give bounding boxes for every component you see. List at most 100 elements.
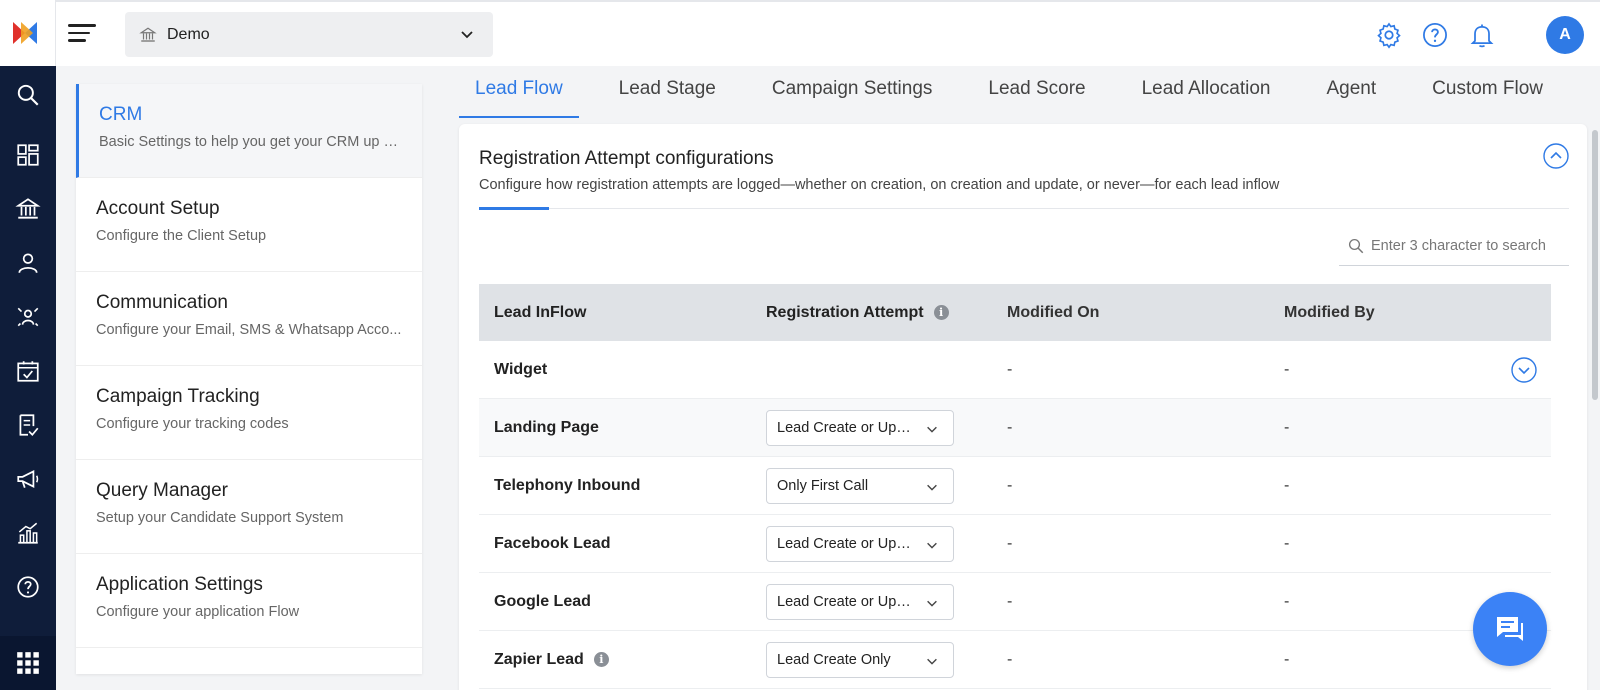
divider [479, 208, 1569, 209]
chevron-up-circle-icon [1543, 143, 1569, 169]
header-label: Registration Attempt [766, 303, 924, 321]
nav-apps[interactable] [0, 636, 56, 690]
calendar-check-icon [17, 361, 39, 382]
registration-attempt-select[interactable]: Only First Call [766, 467, 954, 504]
help-circle-icon [1423, 23, 1447, 47]
tab-campaign-settings[interactable]: Campaign Settings [756, 66, 949, 118]
search-icon [17, 84, 39, 106]
campaign-icon [17, 470, 39, 488]
cell-modified-by: - [1284, 360, 1290, 378]
cell-modified-by: - [1284, 534, 1290, 552]
header-label: Lead InFlow [494, 303, 587, 321]
menu-item-crm[interactable]: CRM Basic Settings to help you get your … [76, 84, 422, 178]
chevron-down-icon [927, 426, 937, 433]
tab-lead-stage[interactable]: Lead Stage [603, 66, 732, 118]
cell-attempt: Lead Create or Update [756, 409, 997, 446]
select-value: Lead Create or Update [777, 535, 917, 552]
header-modified-on: Modified On [1007, 303, 1100, 321]
select-value: Lead Create Only [777, 651, 891, 668]
nav-reports[interactable] [0, 398, 56, 452]
chevron-down-icon [927, 484, 937, 491]
cell-modified-on: - [1007, 592, 1013, 610]
menu-item-account-setup[interactable]: Account Setup Configure the Client Setup [76, 178, 422, 272]
tab-lead-score[interactable]: Lead Score [972, 66, 1101, 118]
registration-attempt-card: Registration Attempt configurations Conf… [459, 124, 1587, 690]
cell-inflow: Landing Page [494, 418, 599, 436]
help-button[interactable] [1418, 18, 1452, 52]
info-icon[interactable]: i [933, 305, 949, 320]
nav-network[interactable] [0, 290, 56, 344]
institution-icon [139, 27, 157, 42]
table-row: Facebook Lead Lead Create or Update - - [479, 515, 1551, 573]
menu-item-application-settings[interactable]: Application Settings Configure your appl… [76, 554, 422, 648]
registration-attempt-select[interactable]: Lead Create or Update [766, 583, 954, 620]
tab-agent[interactable]: Agent [1311, 66, 1393, 118]
cell-modified-by: - [1284, 418, 1290, 436]
nav-institution[interactable] [0, 182, 56, 236]
menu-item-query-manager[interactable]: Query Manager Setup your Candidate Suppo… [76, 460, 422, 554]
registration-attempt-select[interactable]: Lead Create or Update [766, 409, 954, 446]
divider-accent [479, 207, 549, 210]
cell-inflow: Widget [494, 360, 548, 378]
search-input[interactable] [1371, 237, 1561, 254]
top-header: Demo A [56, 0, 1600, 66]
cell-modified-on: - [1007, 534, 1013, 552]
chevron-down-icon [927, 600, 937, 607]
report-icon [19, 414, 39, 437]
menu-item-title: Query Manager [96, 480, 229, 501]
tab-lead-allocation[interactable]: Lead Allocation [1126, 66, 1287, 118]
app-logo[interactable] [0, 0, 56, 66]
menu-item-communication[interactable]: Communication Configure your Email, SMS … [76, 272, 422, 366]
menu-item-title: Campaign Tracking [96, 386, 260, 407]
collapse-button[interactable] [1543, 143, 1569, 169]
tab-lead-flow[interactable]: Lead Flow [459, 66, 579, 118]
hamburger-menu-icon[interactable] [68, 24, 96, 44]
cell-inflow: Telephony Inbound [494, 476, 641, 494]
cell-attempt: Lead Create or Update [756, 583, 997, 620]
nav-calendar[interactable] [0, 344, 56, 398]
nav-dashboard[interactable] [0, 128, 56, 182]
cell-modified-on: - [1007, 476, 1013, 494]
chat-button[interactable] [1473, 592, 1547, 666]
cell-modified-on: - [1007, 650, 1013, 668]
notifications-button[interactable] [1465, 18, 1499, 52]
menu-item-title: Communication [96, 292, 228, 313]
table-header: Lead InFlow Registration Attempt i Modifi… [479, 284, 1551, 341]
user-avatar[interactable]: A [1546, 16, 1584, 54]
page-scrollbar[interactable] [1590, 66, 1600, 690]
menu-item-title: Application Settings [96, 574, 263, 595]
nav-analytics[interactable] [0, 506, 56, 560]
settings-tabs: Lead Flow Lead Stage Campaign Settings L… [459, 66, 1587, 118]
nav-campaigns[interactable] [0, 452, 56, 506]
tab-custom-flow[interactable]: Custom Flow [1416, 66, 1559, 118]
network-icon [17, 307, 39, 327]
settings-button[interactable] [1372, 18, 1406, 52]
gear-icon [1377, 22, 1401, 49]
registration-attempt-select[interactable]: Lead Create or Update [766, 525, 954, 562]
cell-inflow: Zapier Lead i [479, 651, 756, 669]
menu-item-campaign-tracking[interactable]: Campaign Tracking Configure your trackin… [76, 366, 422, 460]
institution-icon [15, 198, 41, 219]
bell-icon [1470, 24, 1494, 48]
apps-grid-icon [17, 652, 39, 674]
cell-attempt: Lead Create or Update [756, 525, 997, 562]
registration-attempt-select[interactable]: Lead Create Only [766, 641, 954, 678]
menu-item-desc: Configure the Client Setup [96, 228, 267, 244]
search-box[interactable] [1339, 226, 1569, 266]
scrollbar-thumb[interactable] [1592, 130, 1598, 400]
expand-row-button[interactable] [1511, 357, 1537, 383]
institute-select[interactable]: Demo [125, 12, 493, 57]
chevron-down-icon [461, 31, 473, 39]
dashboard-icon [17, 144, 39, 166]
chat-icon [1497, 617, 1523, 641]
settings-menu: CRM Basic Settings to help you get your … [76, 84, 422, 674]
nav-users[interactable] [0, 236, 56, 290]
nav-help[interactable] [0, 560, 56, 614]
info-icon[interactable]: i [593, 652, 609, 667]
header-registration-attempt: Registration Attempt i [756, 304, 997, 322]
card-description: Configure how registration attempts are … [479, 177, 1280, 193]
logo-icon [12, 22, 37, 44]
select-value: Lead Create or Update [777, 593, 917, 610]
nav-search[interactable] [0, 68, 56, 122]
table-row: Zapier Lead i Lead Create Only - - [479, 631, 1551, 689]
